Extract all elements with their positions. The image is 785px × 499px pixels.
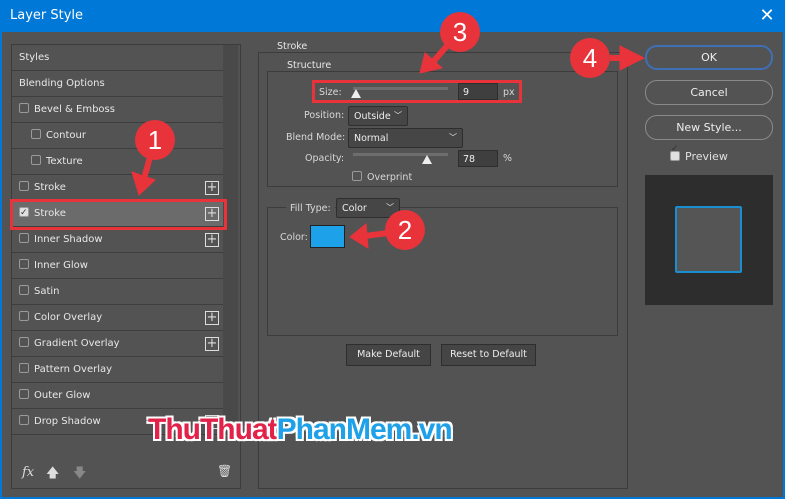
step-badge-2: 2 [385, 210, 425, 250]
watermark: ThuThuatPhanMem.vn [148, 413, 453, 447]
watermark-part1: ThuThuat [148, 413, 278, 446]
step-badge-4: 4 [570, 38, 610, 78]
step-badge-1: 1 [135, 120, 175, 160]
watermark-part2: PhanMem.vn [276, 413, 453, 446]
step-badge-3: 3 [440, 12, 480, 52]
